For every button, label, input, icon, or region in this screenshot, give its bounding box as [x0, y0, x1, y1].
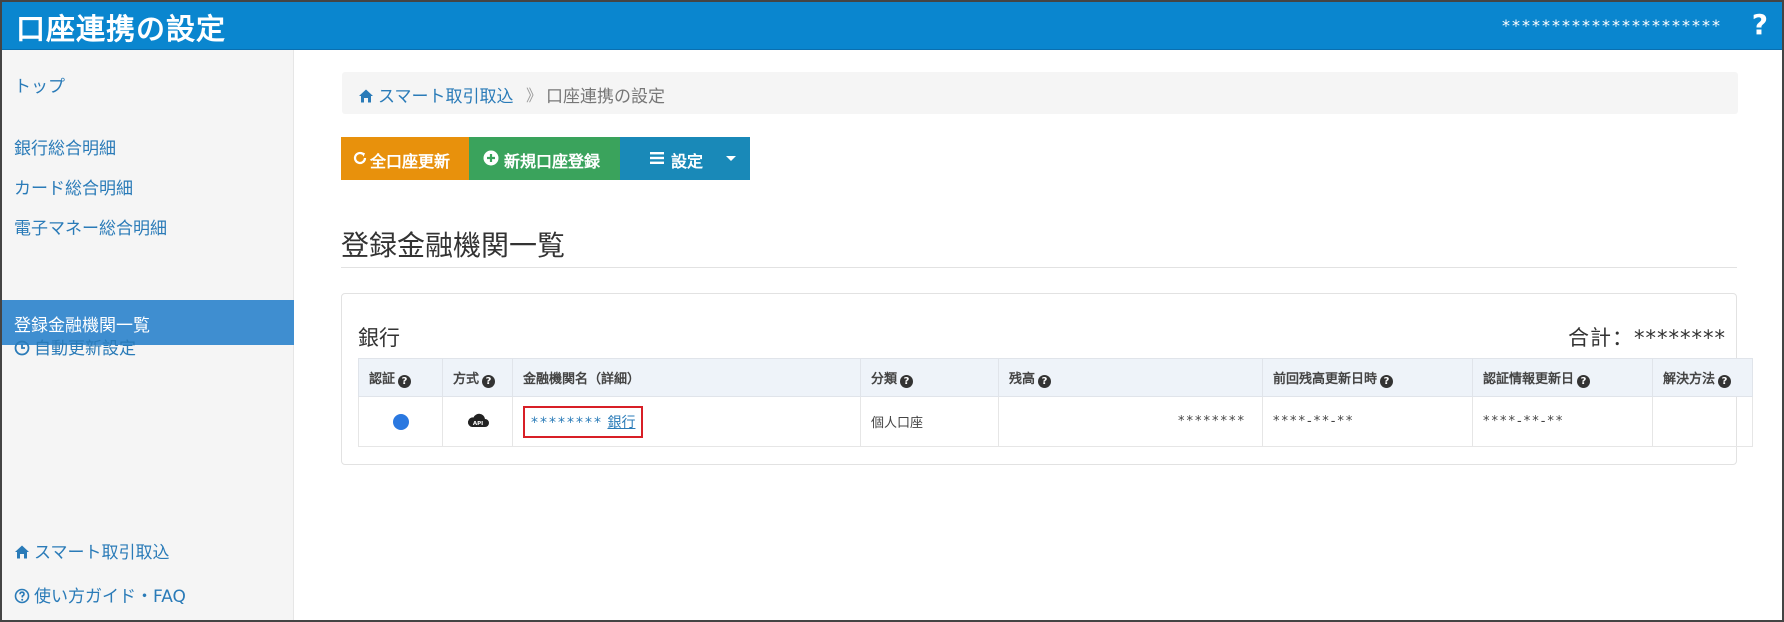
table-row: API ******** 銀行 個人口座 ******** ****-**-**… — [358, 396, 1753, 447]
help-icon: ? — [1577, 374, 1591, 388]
title-divider — [341, 267, 1737, 268]
caret-down-icon — [726, 156, 736, 161]
svg-text:API: API — [472, 421, 482, 427]
home-icon — [359, 89, 373, 103]
breadcrumb-separator: 》 — [526, 86, 543, 105]
column-header-category: 分類? — [860, 358, 999, 397]
sidebar-item-label: 使い方ガイド・FAQ — [34, 587, 186, 607]
help-icon: ? — [1038, 374, 1052, 388]
column-header-last-update: 前回残高更新日時? — [1262, 358, 1473, 397]
help-icon: ? — [900, 374, 914, 388]
menu-icon — [650, 152, 664, 164]
resolution-cell — [1652, 396, 1753, 447]
column-header-method: 方式? — [442, 358, 513, 397]
balance-cell: ******** — [998, 396, 1263, 447]
settings-dropdown-button[interactable]: 設定 — [620, 137, 750, 180]
question-circle-icon — [14, 588, 30, 604]
column-header-institution: 金融機関名（詳細） — [512, 358, 861, 397]
help-icon: ? — [1380, 374, 1394, 388]
settings-label: 設定 — [671, 152, 704, 171]
institution-detail-link[interactable]: ******** 銀行 — [523, 405, 644, 438]
new-account-label: 新規口座登録 — [504, 152, 601, 171]
refresh-icon — [353, 151, 367, 165]
sidebar-item-bank-statement[interactable]: 銀行総合明細 — [14, 134, 116, 159]
column-header-auth: 認証? — [358, 358, 443, 397]
method-cell: API — [442, 396, 513, 447]
panel-total: 合計：******** — [1568, 326, 1726, 350]
plus-circle-icon — [483, 150, 499, 166]
breadcrumb-current: 口座連携の設定 — [546, 87, 665, 107]
institutions-table: 認証? 方式? 金融機関名（詳細） 分類? 残高? 前回残高更新日時? 認証情報… — [358, 358, 1753, 447]
table-header-row: 認証? 方式? 金融機関名（詳細） 分類? 残高? 前回残高更新日時? 認証情報… — [358, 358, 1753, 397]
page-header-title: 口座連携の設定 — [16, 12, 227, 46]
sidebar-item-label: スマート取引取込 — [34, 543, 170, 563]
refresh-all-button[interactable]: 全口座更新 — [341, 137, 469, 180]
clock-icon — [14, 340, 30, 356]
column-header-auth-update: 認証情報更新日? — [1472, 358, 1653, 397]
refresh-all-label: 全口座更新 — [370, 152, 451, 171]
sidebar-item-card-statement[interactable]: カード総合明細 — [14, 174, 133, 199]
auth-status-cell — [358, 396, 443, 447]
sidebar-item-label: 登録金融機関一覧 — [14, 316, 150, 336]
panel-title: 銀行 — [358, 326, 400, 350]
sidebar-item-guide-faq[interactable]: 使い方ガイド・FAQ — [14, 582, 186, 607]
new-account-button[interactable]: 新規口座登録 — [469, 137, 620, 180]
top-bar: 口座連携の設定 ********************** ? — [2, 2, 1782, 50]
help-icon: ? — [482, 374, 496, 388]
user-account[interactable]: ********************** — [1502, 16, 1722, 35]
breadcrumb-home-link[interactable]: スマート取引取込 — [358, 82, 514, 107]
sidebar-item-top[interactable]: トップ — [14, 72, 65, 97]
page-title: 登録金融機関一覧 — [341, 229, 566, 262]
auth-update-cell: ****-**-** — [1472, 396, 1653, 447]
bank-panel: 銀行 合計：******** 認証? 方式? 金融機関名（詳細） 分類? 残高?… — [341, 293, 1753, 465]
institution-cell: ******** 銀行 — [512, 396, 861, 447]
category-cell: 個人口座 — [860, 396, 999, 447]
auth-status-dot — [392, 413, 409, 430]
breadcrumb-home-label: スマート取引取込 — [378, 87, 514, 107]
sidebar-item-smart-import[interactable]: スマート取引取込 — [14, 538, 170, 563]
app-window: 口座連携の設定 ********************** ? トップ 銀行総… — [0, 0, 1784, 622]
sidebar-item-emoney-statement[interactable]: 電子マネー総合明細 — [14, 214, 167, 239]
breadcrumb: スマート取引取込 》 口座連携の設定 — [342, 72, 1738, 114]
sidebar: トップ 銀行総合明細 カード総合明細 電子マネー総合明細 登録金融機関一覧 自動… — [2, 50, 294, 620]
home-icon — [15, 545, 29, 559]
column-header-balance: 残高? — [998, 358, 1263, 397]
help-icon[interactable]: ? — [1752, 8, 1768, 41]
help-icon: ? — [1718, 374, 1732, 388]
sidebar-item-auto-update[interactable]: 自動更新設定 — [14, 334, 136, 359]
column-header-resolution: 解決方法? — [1652, 358, 1753, 397]
last-update-cell: ****-**-** — [1262, 396, 1473, 447]
api-cloud-icon: API — [467, 413, 489, 427]
help-icon: ? — [398, 374, 412, 388]
sidebar-item-label: 自動更新設定 — [34, 339, 136, 359]
